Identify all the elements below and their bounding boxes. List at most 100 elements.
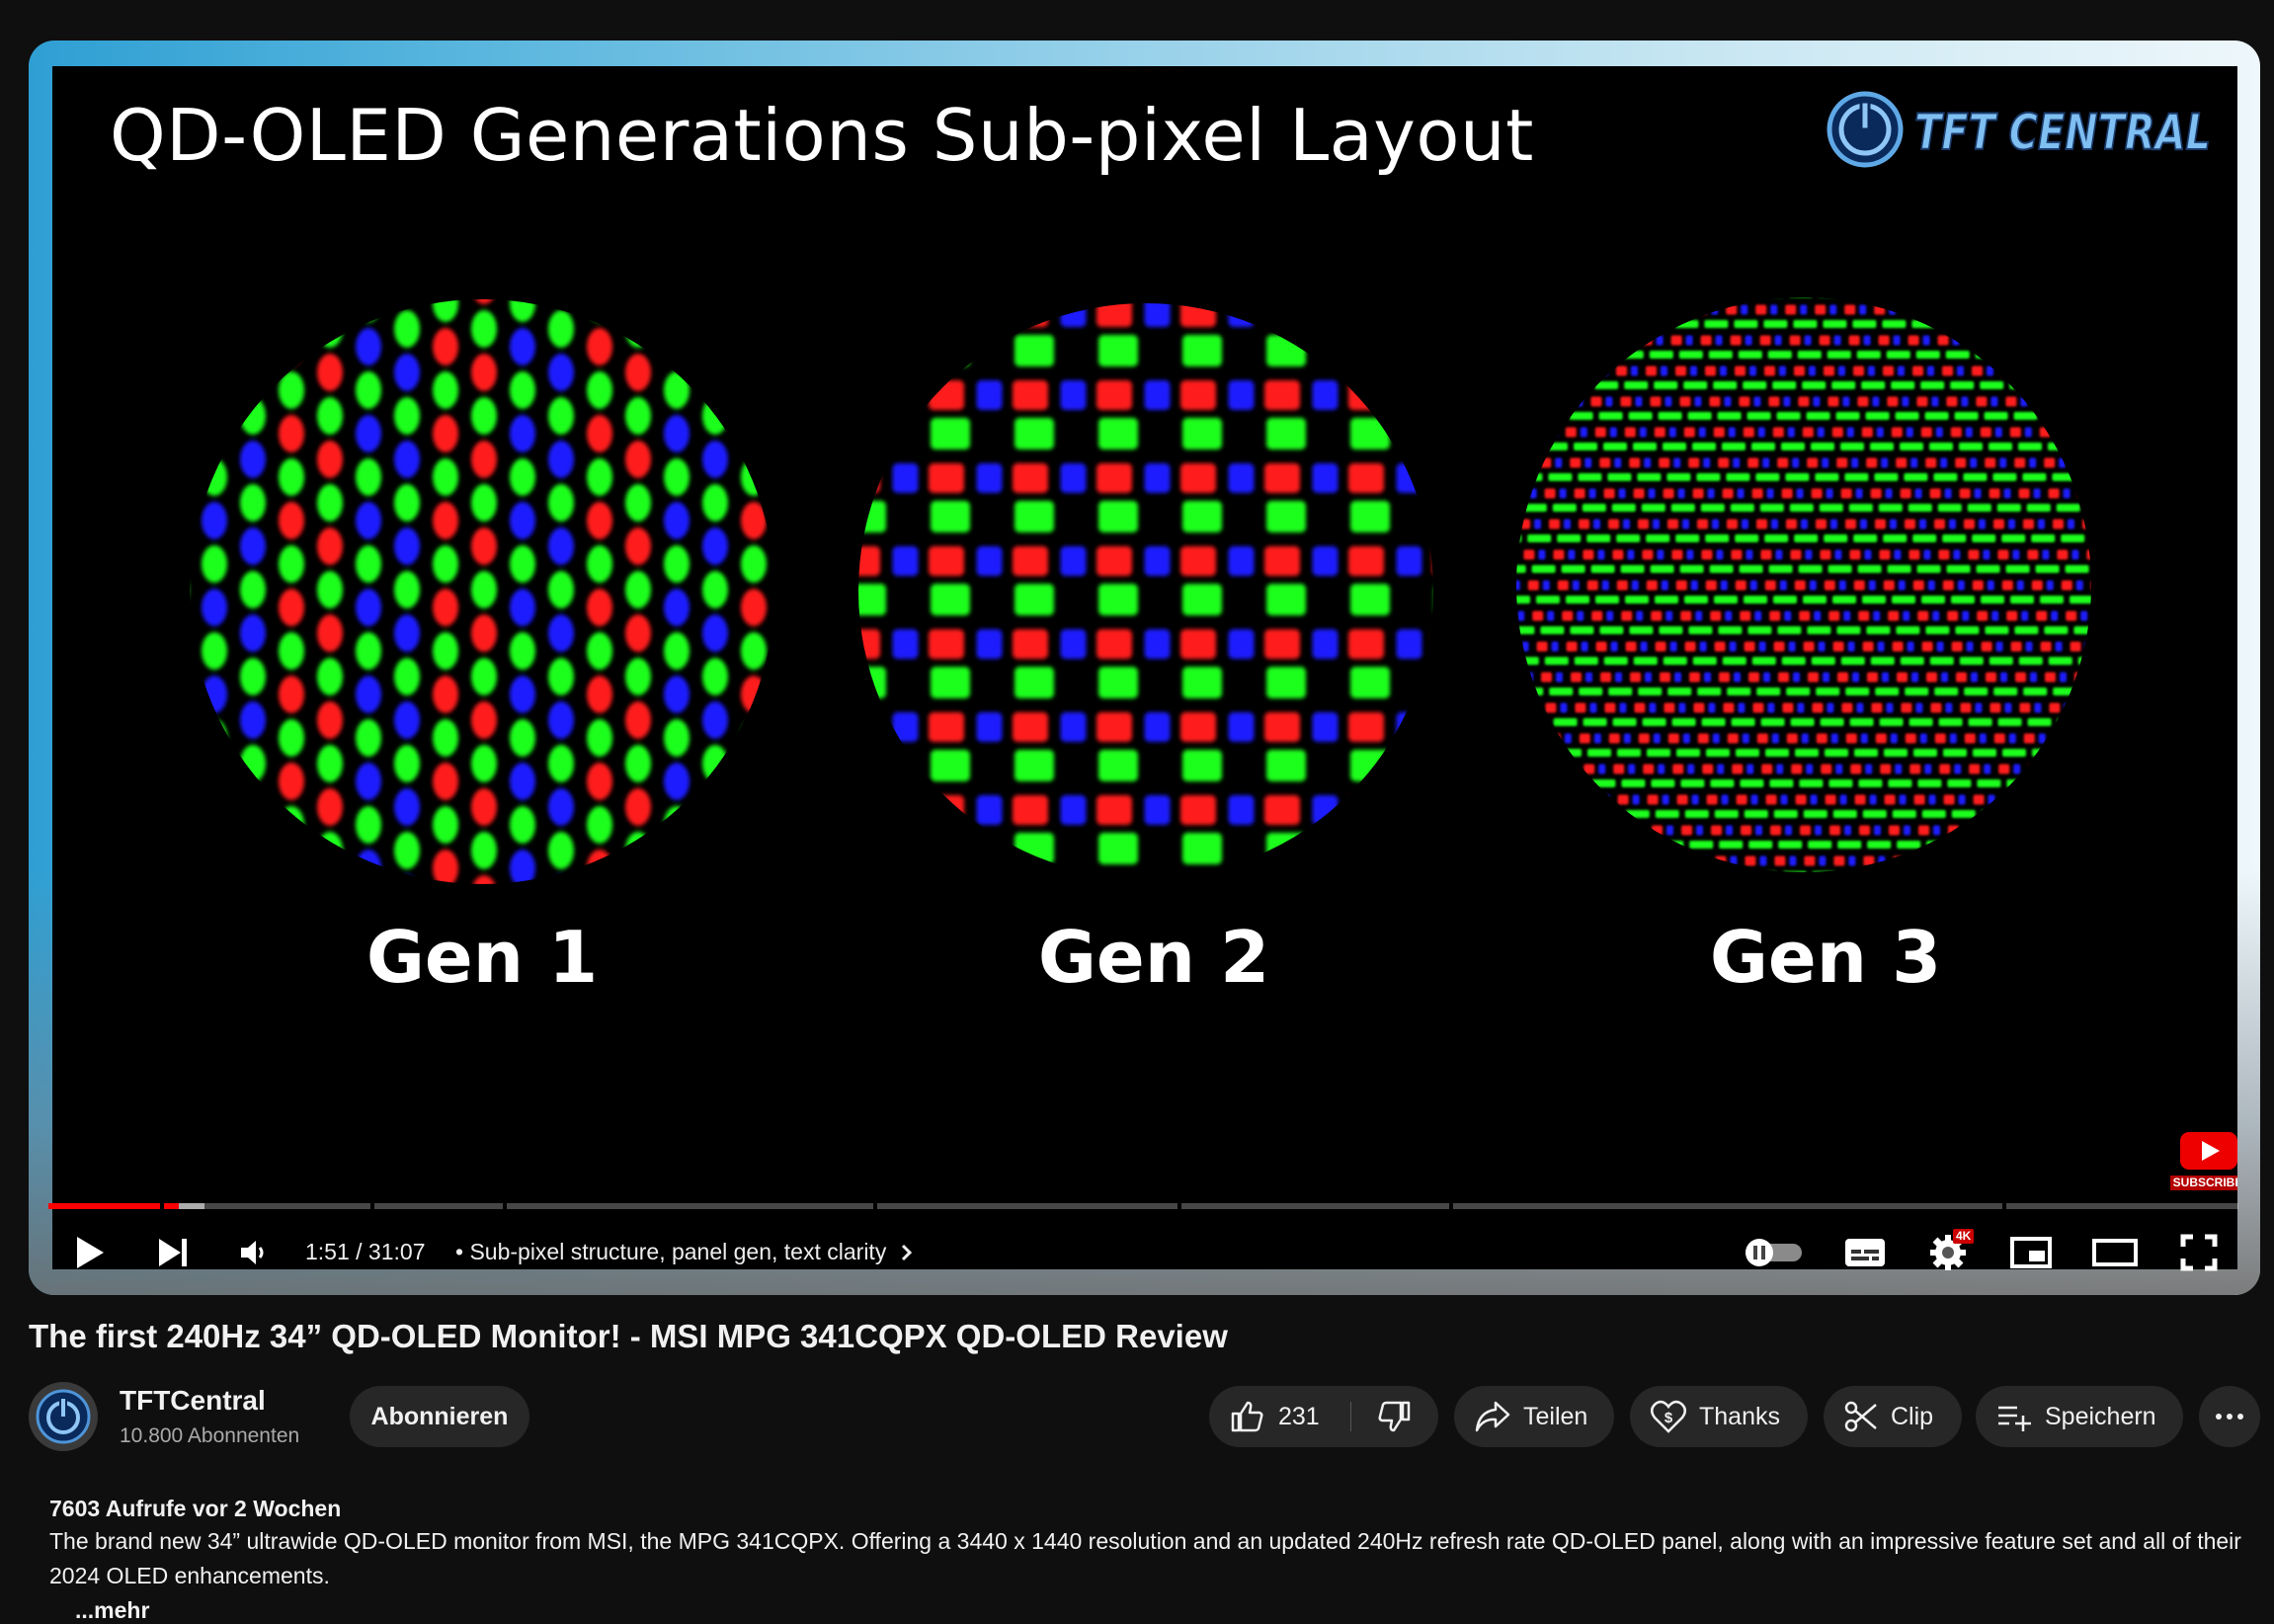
progress-bar[interactable] [48, 1203, 2238, 1209]
subpixel-dot [1718, 626, 1742, 634]
next-button[interactable] [151, 1231, 195, 1274]
theater-mode-button[interactable] [2085, 1231, 2145, 1274]
subpixel-dot [240, 484, 266, 522]
subpixel-dot [1662, 581, 1668, 591]
save-button[interactable]: Speichern [1976, 1386, 2183, 1447]
subpixel-dot [1726, 305, 1737, 315]
subpixel-dot [1512, 596, 1530, 604]
subpixel-dot [1710, 779, 1734, 787]
subpixel-dot [2041, 856, 2052, 866]
subpixel-dot [977, 463, 1003, 493]
subpixel-dot [1701, 550, 1712, 560]
subpixel-dot [1936, 428, 1943, 438]
subpixel-dot [1545, 703, 1556, 713]
subpixel-dot [1566, 596, 1589, 604]
subpixel-dot [625, 528, 651, 565]
subpixel-dot [1098, 667, 1138, 698]
subpixel-dot [1891, 734, 1898, 744]
subpixel-dot [1844, 305, 1855, 315]
subpixel-dot [1851, 458, 1858, 468]
subpixel-dot [1651, 565, 1674, 573]
subpixel-dot [202, 806, 227, 844]
subpixel-dot [1842, 871, 1866, 876]
subpixel-dot [1609, 734, 1620, 744]
subpixel-dot [587, 415, 612, 452]
channel-avatar[interactable] [29, 1382, 98, 1451]
share-button[interactable]: Teilen [1454, 1386, 1614, 1447]
subpixel-dot [1913, 749, 1937, 757]
description-box[interactable]: 7603 Aufrufe vor 2 Wochen The brand new … [49, 1496, 2252, 1624]
thanks-button[interactable]: $ Thanks [1630, 1386, 1808, 1447]
subpixel-dot [625, 310, 651, 348]
subpixel-dot [1013, 546, 1048, 576]
subpixel-dot [1772, 734, 1779, 744]
miniplayer-button[interactable] [2004, 1231, 2058, 1274]
subpixel-dot [2007, 826, 2018, 836]
subpixel-dot [1980, 734, 1987, 744]
subpixel-dot [433, 763, 458, 800]
subpixel-dot [1909, 550, 1919, 560]
subpixel-dot [1740, 611, 1750, 621]
subpixel-dot [1672, 718, 1696, 726]
subpixel-dot [1813, 397, 1820, 407]
subtitles-button[interactable] [1838, 1231, 1892, 1274]
subpixel-dot [1775, 336, 1782, 346]
subpixel-dot [186, 441, 189, 478]
subpixel-dot [356, 850, 381, 887]
more-actions-button[interactable] [2199, 1386, 2260, 1447]
clip-button[interactable]: Clip [1824, 1386, 1962, 1447]
subscribe-watermark[interactable]: SUBSCRIBE [2170, 1128, 2237, 1191]
subpixel-dot [2004, 703, 2011, 713]
subpixel-dot [548, 658, 574, 695]
subpixel-dot [1939, 718, 1963, 726]
volume-button[interactable] [232, 1231, 276, 1274]
subpixel-dot [1819, 293, 1842, 297]
subpixel-dot [1990, 657, 2013, 665]
subpixel-dot [202, 328, 227, 365]
subpixel-dot [1512, 336, 1515, 346]
subpixel-dot [1685, 642, 1696, 652]
chapter-title[interactable]: • Sub-pixel structure, panel gen, text c… [455, 1239, 915, 1265]
subpixel-dot [1906, 734, 1916, 744]
subpixel-dot [1848, 293, 1872, 297]
subpixel-dot [1313, 629, 1339, 659]
subpixel-dot [1578, 826, 1584, 836]
autoplay-toggle[interactable] [1740, 1231, 1809, 1274]
subpixel-dot [1913, 581, 1924, 591]
channel-name[interactable]: TFTCentral [120, 1385, 266, 1417]
subpixel-dot [2010, 428, 2021, 438]
subpixel-dot [1977, 779, 2000, 787]
play-button[interactable] [68, 1231, 112, 1274]
video-player[interactable]: QD-OLED Generations Sub-pixel Layout TFT… [52, 66, 2237, 1269]
subpixel-dot [1723, 489, 1734, 499]
subpixel-dot [1680, 779, 1704, 787]
fullscreen-button[interactable] [2172, 1231, 2226, 1274]
tftcentral-logo[interactable]: TFT CENTRAL [1826, 90, 2221, 169]
subpixel-dot [1684, 428, 1695, 438]
subpixel-dot [356, 458, 381, 496]
subpixel-dot [1978, 826, 1989, 836]
subpixel-dot [1626, 642, 1637, 652]
subpixel-dot [433, 415, 458, 452]
subpixel-dot [1182, 750, 1222, 781]
subscribe-button[interactable]: Abonnieren [350, 1386, 529, 1447]
subpixel-dot [279, 328, 304, 365]
subpixel-dot [2035, 397, 2046, 407]
subpixel-dot [1877, 428, 1884, 438]
subpixel-dot [1639, 734, 1650, 744]
subpixel-dot [1854, 749, 1878, 757]
subpixel-dot [1681, 305, 1688, 315]
subpixel-dot [1746, 550, 1752, 560]
subpixel-dot [1808, 841, 1831, 849]
subpixel-dot [1729, 428, 1736, 438]
subpixel-dot [1578, 305, 1588, 315]
subpixel-dot [1968, 550, 1979, 560]
subpixel-dot [1946, 397, 1957, 407]
subpixel-dot [1951, 596, 1975, 604]
subpixel-dot [1584, 458, 1591, 468]
subpixel-dot [1670, 856, 1677, 866]
subpixel-dot [1518, 305, 1529, 315]
like-button[interactable]: 231 [1209, 1386, 1350, 1447]
subpixel-dot [2028, 765, 2039, 774]
dislike-button[interactable] [1351, 1386, 1438, 1447]
